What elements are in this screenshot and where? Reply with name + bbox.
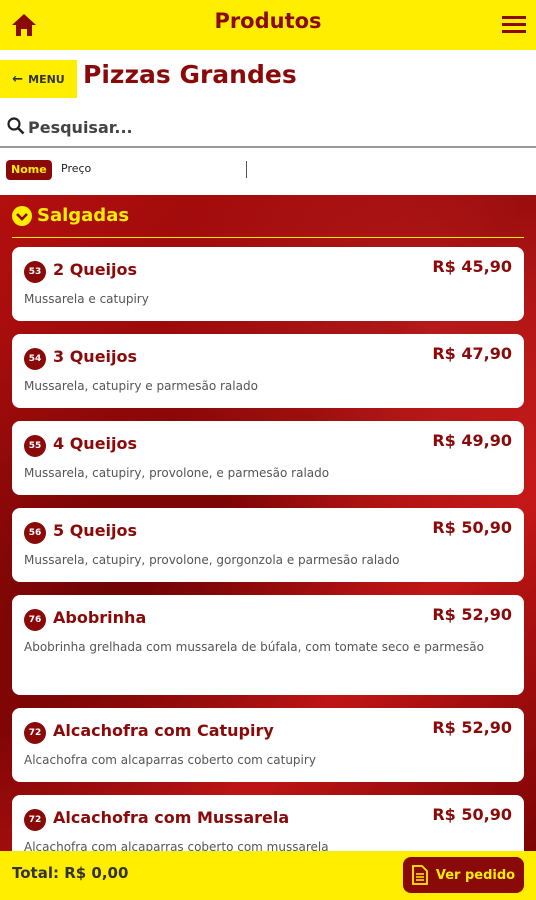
product-name: 2 Queijos — [53, 260, 138, 279]
product-description: Mussarela, catupiry, provolone, e parmes… — [24, 466, 330, 480]
category-label: Salgadas — [37, 205, 130, 226]
product-description: Alcachofra com alcaparras coberto com mu… — [24, 840, 329, 851]
search-icon — [7, 117, 25, 135]
page-title: Pizzas Grandes — [83, 60, 297, 89]
top-bar: Produtos — [0, 0, 536, 50]
title-bar: ← MENU Pizzas Grandes — [0, 50, 536, 110]
product-card[interactable]: 56 5 Queijos R$ 50,90 Mussarela, catupir… — [12, 508, 524, 582]
product-number: 72 — [24, 722, 46, 744]
product-card[interactable]: 72 Alcachofra com Mussarela R$ 50,90 Alc… — [12, 795, 524, 851]
product-number: 76 — [24, 609, 46, 631]
arrow-left-icon: ← — [12, 71, 24, 87]
product-number: 72 — [24, 809, 46, 831]
product-name: 3 Queijos — [53, 347, 138, 366]
product-name: Alcachofra com Catupiry — [53, 721, 274, 740]
product-number: 55 — [24, 435, 46, 457]
product-number: 54 — [24, 348, 46, 370]
chevron-down-circle-icon — [12, 205, 32, 226]
order-total: Total: R$ 0,00 — [12, 864, 129, 882]
bottom-bar: Total: R$ 0,00 Ver pedido — [0, 851, 536, 900]
product-price: R$ 45,90 — [432, 257, 512, 276]
product-price: R$ 52,90 — [432, 718, 512, 737]
product-card[interactable]: 55 4 Queijos R$ 49,90 Mussarela, catupir… — [12, 421, 524, 495]
view-order-button[interactable]: Ver pedido — [403, 857, 524, 893]
product-name: Abobrinha — [53, 608, 147, 627]
product-card[interactable]: 53 2 Queijos R$ 45,90 Mussarela e catupi… — [12, 247, 524, 321]
hamburger-menu-icon[interactable] — [502, 14, 526, 36]
category-header[interactable]: Salgadas — [12, 205, 129, 226]
product-list: Salgadas 53 2 Queijos R$ 45,90 Mussarela… — [0, 195, 536, 851]
product-description: Mussarela e catupiry — [24, 292, 149, 306]
product-number: 56 — [24, 522, 46, 544]
product-number: 53 — [24, 261, 46, 283]
product-card[interactable]: 72 Alcachofra com Catupiry R$ 52,90 Alca… — [12, 708, 524, 782]
search-bar — [0, 110, 536, 148]
view-order-label: Ver pedido — [435, 867, 516, 883]
product-description: Alcachofra com alcaparras coberto com ca… — [24, 753, 316, 767]
product-card[interactable]: 76 Abobrinha R$ 52,90 Abobrinha grelhada… — [12, 595, 524, 695]
sort-by-name-button[interactable]: Nome — [6, 160, 52, 180]
product-price: R$ 49,90 — [432, 431, 512, 450]
header-title: Produtos — [214, 9, 322, 33]
sort-divider — [246, 161, 247, 178]
back-menu-label: MENU — [28, 72, 65, 86]
product-description: Abobrinha grelhada com mussarela de búfa… — [24, 640, 484, 654]
product-name: 5 Queijos — [53, 521, 138, 540]
product-price: R$ 52,90 — [432, 605, 512, 624]
document-icon — [411, 865, 428, 885]
product-description: Mussarela, catupiry, provolone, gorgonzo… — [24, 553, 400, 567]
sort-by-price-button[interactable]: Preço — [61, 162, 91, 175]
product-card[interactable]: 54 3 Queijos R$ 47,90 Mussarela, catupir… — [12, 334, 524, 408]
product-name: Alcachofra com Mussarela — [53, 808, 290, 827]
product-description: Mussarela, catupiry e parmesão ralado — [24, 379, 258, 393]
product-price: R$ 47,90 — [432, 344, 512, 363]
product-price: R$ 50,90 — [432, 518, 512, 537]
product-name: 4 Queijos — [53, 434, 138, 453]
product-price: R$ 50,90 — [432, 805, 512, 824]
sort-bar: Nome Preço — [0, 148, 536, 195]
search-input[interactable] — [28, 114, 518, 140]
back-menu-button[interactable]: ← MENU — [0, 60, 77, 98]
category-divider — [12, 237, 524, 238]
